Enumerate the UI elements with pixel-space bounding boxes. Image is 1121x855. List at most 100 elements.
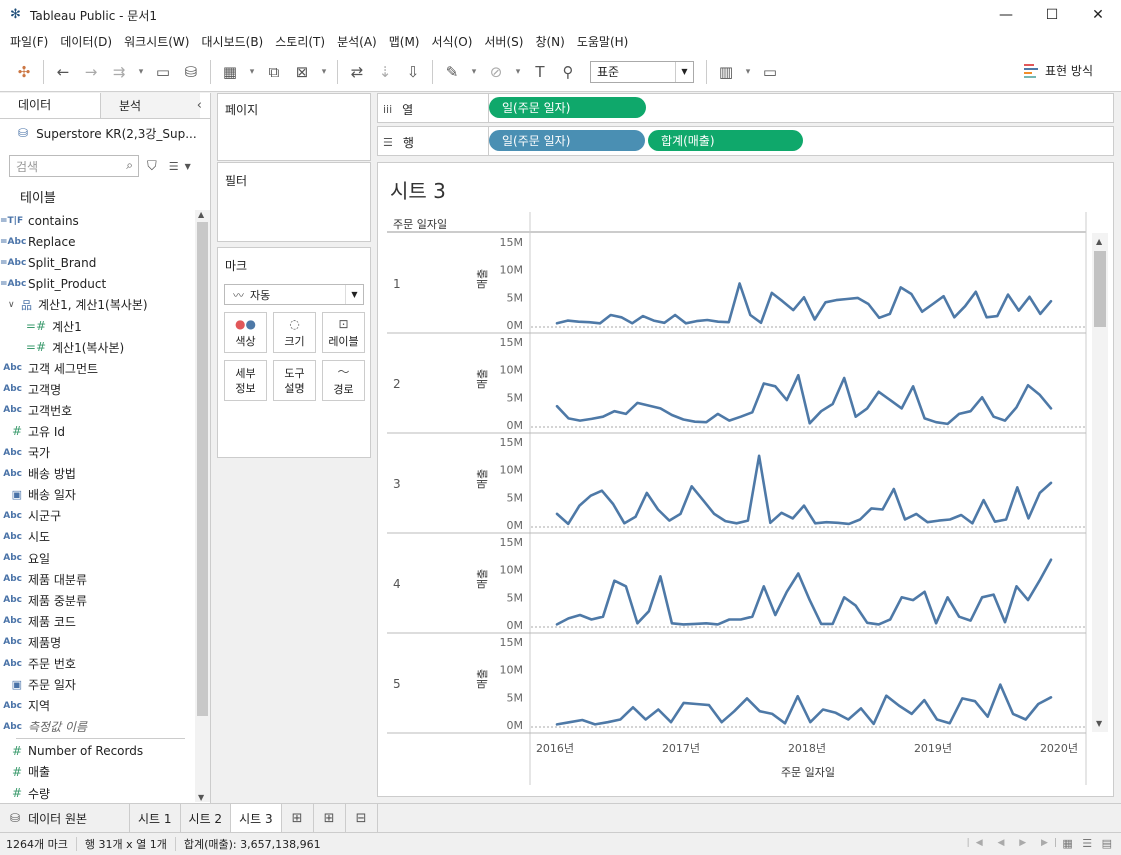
sort-descending-icon[interactable]: ⇩ [400,59,426,85]
color-button[interactable]: ●● 색상 [224,312,267,353]
clear-dropdown-icon[interactable]: ▾ [317,59,331,85]
scroll-down-icon[interactable]: ▼ [1096,719,1102,728]
add-datasource-icon[interactable]: ⛁ [178,59,204,85]
search-input[interactable]: 검색 ⌕ [9,155,139,177]
menu-map[interactable]: 맵(M) [389,33,420,50]
column-pill[interactable]: 일(주문 일자) [489,97,646,118]
field-item[interactable]: Abc 시군구 [0,505,195,526]
highlight-dropdown-icon[interactable]: ▾ [467,59,481,85]
sheet-view-icons[interactable]: ▦ ☰ ▤ [1062,837,1115,850]
redo-icon[interactable]: → [78,59,104,85]
replay-icon[interactable]: ⇉ [106,59,132,85]
tableau-home-icon[interactable]: ✣ [11,59,37,85]
clear-sheet-icon[interactable]: ⊠ [289,59,315,85]
pin-icon[interactable]: ⚲ [555,59,581,85]
tab-sheet-2[interactable]: 시트 2 [181,804,232,832]
menu-file[interactable]: 파일(F) [10,33,48,50]
swap-rows-columns-icon[interactable]: ⇄ [344,59,370,85]
measure-item[interactable]: # Number of Records [0,740,195,761]
field-item[interactable]: =# 계산1 [0,315,195,336]
field-item[interactable]: Abc 제품 중분류 [0,590,195,611]
field-item[interactable]: Abc 고객번호 [0,400,195,421]
detail-button[interactable]: 세부 정보 [224,360,267,401]
new-dashboard-icon[interactable]: ⊞ [314,804,346,832]
label-button[interactable]: ⊡ 레이블 [322,312,365,353]
group-icon[interactable]: ⊘ [483,59,509,85]
minimize-icon[interactable]: — [983,0,1029,30]
presentation-mode-icon[interactable]: ▭ [757,59,783,85]
scroll-up-icon[interactable]: ▲ [198,210,204,219]
field-list-scrollbar[interactable]: ▲ ▼ [195,210,210,802]
menu-data[interactable]: 데이터(D) [60,33,112,50]
field-item[interactable]: =Abc Split_Product [0,273,195,294]
new-worksheet-icon[interactable]: ⊞ [282,804,314,832]
view-list-icon[interactable]: ☰ [169,160,179,173]
chevron-down-icon[interactable]: ▼ [185,162,191,171]
filters-card[interactable]: 필터 [217,162,371,242]
row-pill[interactable]: 합계(매출) [648,130,803,151]
menu-analysis[interactable]: 분석(A) [337,33,377,50]
tab-sheet-1[interactable]: 시트 1 [130,804,181,832]
scroll-up-icon[interactable]: ▲ [1096,237,1102,246]
row-pill[interactable]: 일(주문 일자) [489,130,645,151]
save-icon[interactable]: ▭ [150,59,176,85]
mark-type-dropdown[interactable]: 〰 자동 ▼ [224,284,364,305]
show-cards-icon[interactable]: ▥ [713,59,739,85]
tab-datasource[interactable]: ⛁ 데이터 원본 [0,804,130,832]
new-worksheet-dropdown-icon[interactable]: ▾ [245,59,259,85]
path-button[interactable]: 〜 경로 [322,360,365,401]
show-me-button[interactable]: 표현 방식 [1024,62,1093,79]
pages-card[interactable]: 페이지 [217,93,371,161]
new-story-icon[interactable]: ⊟ [346,804,378,832]
measure-item[interactable]: # 매출 [0,761,195,782]
field-item[interactable]: Abc 고객명 [0,379,195,400]
columns-shelf[interactable]: iii 열 일(주문 일자) [377,93,1114,123]
menu-dashboard[interactable]: 대시보드(B) [201,33,263,50]
filter-icon[interactable]: ⛉ [147,159,157,174]
scroll-down-icon[interactable]: ▼ [198,793,204,802]
chevron-down-icon[interactable]: ∨ [8,300,15,310]
field-item[interactable]: ▣ 배송 일자 [0,484,195,505]
show-cards-dropdown-icon[interactable]: ▾ [741,59,755,85]
tab-analysis[interactable]: 분석 [100,93,200,118]
menu-story[interactable]: 스토리(T) [275,33,325,50]
field-item[interactable]: Abc 지역 [0,695,195,716]
menu-help[interactable]: 도움말(H) [577,33,629,50]
field-item[interactable]: Abc 고객 세그먼트 [0,358,195,379]
undo-icon[interactable]: ← [50,59,76,85]
tab-sheet-3[interactable]: 시트 3 [231,804,282,832]
field-item[interactable]: Abc 주문 번호 [0,653,195,674]
sort-ascending-icon[interactable]: ⇣ [372,59,398,85]
field-item[interactable]: =# 계산1(복사본) [0,337,195,358]
scrollbar-thumb[interactable] [1094,251,1106,327]
field-item[interactable]: =Abc Replace [0,231,195,252]
replay-dropdown-icon[interactable]: ▾ [134,59,148,85]
field-item[interactable]: Abc 시도 [0,526,195,547]
datasource-item[interactable]: ⛁ Superstore KR(2,3강_Sup... [0,119,210,147]
tab-data[interactable]: 데이터 [0,93,100,118]
fit-dropdown[interactable]: 표준 ▼ [590,60,694,83]
size-button[interactable]: ◌ 크기 [273,312,316,353]
field-item[interactable]: Abc 배송 방법 [0,463,195,484]
field-item[interactable]: =Abc Split_Brand [0,252,195,273]
new-worksheet-icon[interactable]: ▦ [217,59,243,85]
menu-server[interactable]: 서버(S) [484,33,523,50]
rows-shelf[interactable]: ☰ 행 일(주문 일자) 합계(매출) [377,126,1114,156]
duplicate-sheet-icon[interactable]: ⧉ [261,59,287,85]
group-dropdown-icon[interactable]: ▾ [511,59,525,85]
field-item[interactable]: Abc 측정값 이름 [0,716,195,737]
maximize-icon[interactable]: ☐ [1029,0,1075,30]
menu-format[interactable]: 서식(O) [432,33,473,50]
field-item[interactable]: Abc 제품 대분류 [0,569,195,590]
collapse-pane-icon[interactable]: ‹ [197,98,202,113]
tooltip-button[interactable]: 도구 설명 [273,360,316,401]
field-group[interactable]: ∨ 品 계산1, 계산1(복사본) [0,294,195,315]
field-item[interactable]: Abc 제품명 [0,632,195,653]
close-icon[interactable]: ✕ [1075,0,1121,30]
field-item[interactable]: Abc 국가 [0,442,195,463]
field-item[interactable]: =T|F contains [0,210,195,231]
field-item[interactable]: Abc 요일 [0,548,195,569]
menu-window[interactable]: 창(N) [535,33,564,50]
show-labels-icon[interactable]: T [527,59,553,85]
view-scrollbar[interactable]: ▲ ▼ [1092,233,1108,732]
